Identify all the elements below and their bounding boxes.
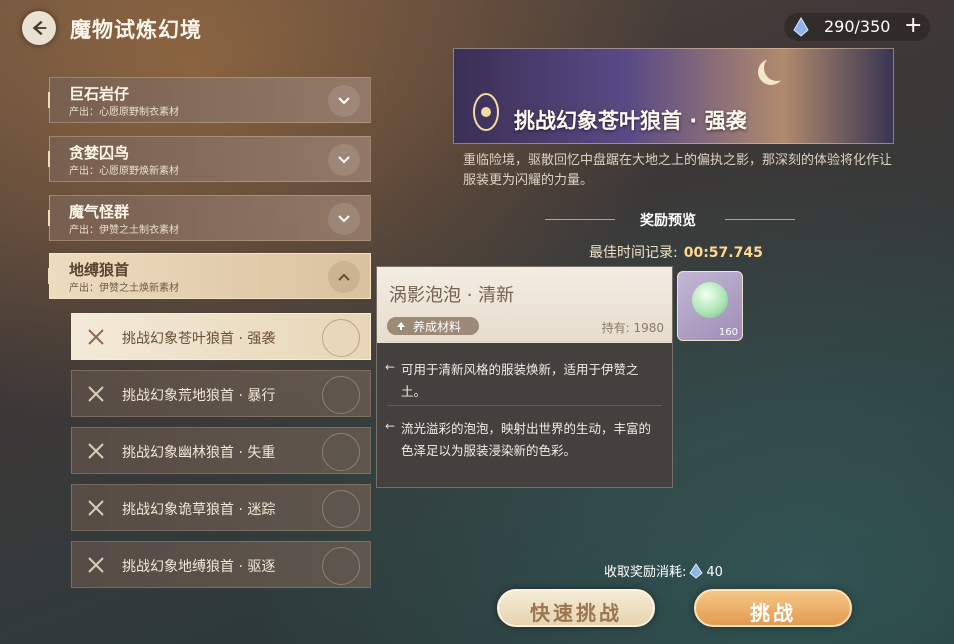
stage-label: 挑战幻象地缚狼首 · 驱逐 (122, 559, 276, 575)
divider (725, 219, 795, 220)
best-time-label: 最佳时间记录: (589, 245, 678, 261)
category-edge (48, 268, 56, 284)
item-category-tag: 养成材料 (387, 317, 479, 335)
category-item-selected[interactable]: 地缚狼首 产出：伊赞之土焕新素材 (48, 253, 371, 299)
challenge-label: 挑战 (750, 601, 796, 625)
bubble-item-icon (692, 282, 728, 318)
item-name: 涡影泡泡 · 清新 (389, 285, 515, 306)
tooltip-header: 涡影泡泡 · 清新 养成材料 持有: 1980 (377, 267, 672, 343)
category-name: 地缚狼首 (69, 261, 130, 279)
upgrade-icon (397, 322, 405, 330)
quick-challenge-label: 快速挑战 (530, 601, 622, 625)
best-time: 最佳时间记录: 00:57.745 (589, 242, 763, 262)
item-tooltip: 涡影泡泡 · 清新 养成材料 持有: 1980 ← 可用于清新风格的服装焕新，适… (376, 266, 673, 488)
stage-description: 重临险境，驱散回忆中盘踞在大地之上的偏执之影，那深刻的体验将化作让服装更为闪耀的… (463, 153, 893, 188)
best-time-value: 00:57.745 (683, 245, 763, 261)
item-flavor-text: 流光溢彩的泡泡，映射出世界的生动，丰富的色泽足以为服装浸染新的色彩。 (401, 421, 652, 458)
stage-item-selected[interactable]: 挑战幻象苍叶狼首 · 强袭 (71, 313, 371, 360)
add-stamina-button[interactable]: + (904, 13, 922, 38)
stage-label: 挑战幻象荒地狼首 · 暴行 (122, 388, 276, 404)
chevron-down-icon (338, 156, 350, 164)
category-item[interactable]: 贪婪囚鸟 产出：心愿原野焕新素材 (48, 136, 371, 182)
stage-label: 挑战幻象诡草狼首 · 迷踪 (122, 502, 276, 518)
cost-label: 收取奖励消耗: (604, 565, 687, 580)
expand-button[interactable] (328, 85, 360, 117)
reward-header-label: 奖励预览 (640, 213, 696, 229)
divider (387, 405, 662, 406)
energy-crystal-icon (793, 17, 809, 37)
category-output: 产出：心愿原野焕新素材 (69, 166, 179, 177)
emblem-icon (322, 376, 360, 414)
category-name: 魔气怪群 (69, 203, 130, 221)
page-title: 魔物试炼幻境 (70, 18, 202, 42)
item-usage-text: 可用于清新风格的服装焕新，适用于伊赞之土。 (401, 362, 639, 399)
category-item[interactable]: 魔气怪群 产出：伊赞之土制衣素材 (48, 195, 371, 241)
reward-quantity: 160 (718, 327, 738, 338)
category-name: 贪婪囚鸟 (69, 144, 130, 162)
expand-button[interactable] (328, 203, 360, 235)
reward-header: 奖励预览 (545, 209, 795, 231)
quick-challenge-button[interactable]: 快速挑战 (497, 589, 655, 627)
stamina-value: 290/350 (824, 17, 891, 36)
banner-title: 挑战幻象苍叶狼首 · 强袭 (514, 109, 747, 133)
chevron-down-icon (338, 97, 350, 105)
crossed-swords-icon (88, 500, 104, 516)
crossed-swords-icon (88, 329, 104, 345)
expand-button[interactable] (328, 144, 360, 176)
emblem-icon (322, 433, 360, 471)
emblem-icon (322, 547, 360, 585)
category-item[interactable]: 巨石岩仔 产出：心愿原野制衣素材 (48, 77, 371, 123)
emblem-icon (473, 93, 499, 131)
category-output: 产出：心愿原野制衣素材 (69, 107, 179, 118)
bullet-icon: ← (385, 419, 396, 433)
cost-value: 40 (706, 565, 723, 580)
chevron-up-icon (338, 273, 350, 281)
category-name: 巨石岩仔 (69, 85, 130, 103)
divider (545, 219, 615, 220)
category-edge (48, 151, 56, 167)
emblem-icon (322, 319, 360, 357)
item-category-label: 养成材料 (413, 320, 462, 334)
back-button[interactable] (22, 11, 56, 45)
stage-item[interactable]: 挑战幻象幽林狼首 · 失重 (71, 427, 371, 474)
bullet-icon: ← (385, 360, 396, 374)
category-edge (48, 92, 56, 108)
stage-banner: 挑战幻象苍叶狼首 · 强袭 (453, 48, 894, 144)
category-edge (48, 210, 56, 226)
moon-icon (764, 55, 790, 81)
stage-item[interactable]: 挑战幻象诡草狼首 · 迷踪 (71, 484, 371, 531)
crossed-swords-icon (88, 386, 104, 402)
owned-count: 持有: 1980 (601, 321, 664, 335)
stamina-display: 290/350 + (784, 13, 930, 41)
emblem-icon (322, 490, 360, 528)
crossed-swords-icon (88, 557, 104, 573)
challenge-button[interactable]: 挑战 (694, 589, 852, 627)
category-output: 产出：伊赞之土焕新素材 (69, 283, 179, 294)
collapse-button[interactable] (328, 261, 360, 293)
chevron-down-icon (338, 215, 350, 223)
crossed-swords-icon (88, 443, 104, 459)
stage-item[interactable]: 挑战幻象荒地狼首 · 暴行 (71, 370, 371, 417)
stage-label: 挑战幻象幽林狼首 · 失重 (122, 445, 276, 461)
category-output: 产出：伊赞之土制衣素材 (69, 225, 179, 236)
back-arrow-icon (32, 20, 47, 36)
reward-cost: 收取奖励消耗: 40 (604, 561, 723, 580)
energy-crystal-icon (689, 563, 704, 579)
stage-label: 挑战幻象苍叶狼首 · 强袭 (122, 331, 276, 347)
stage-item[interactable]: 挑战幻象地缚狼首 · 驱逐 (71, 541, 371, 588)
reward-item[interactable]: 160 (677, 271, 743, 341)
